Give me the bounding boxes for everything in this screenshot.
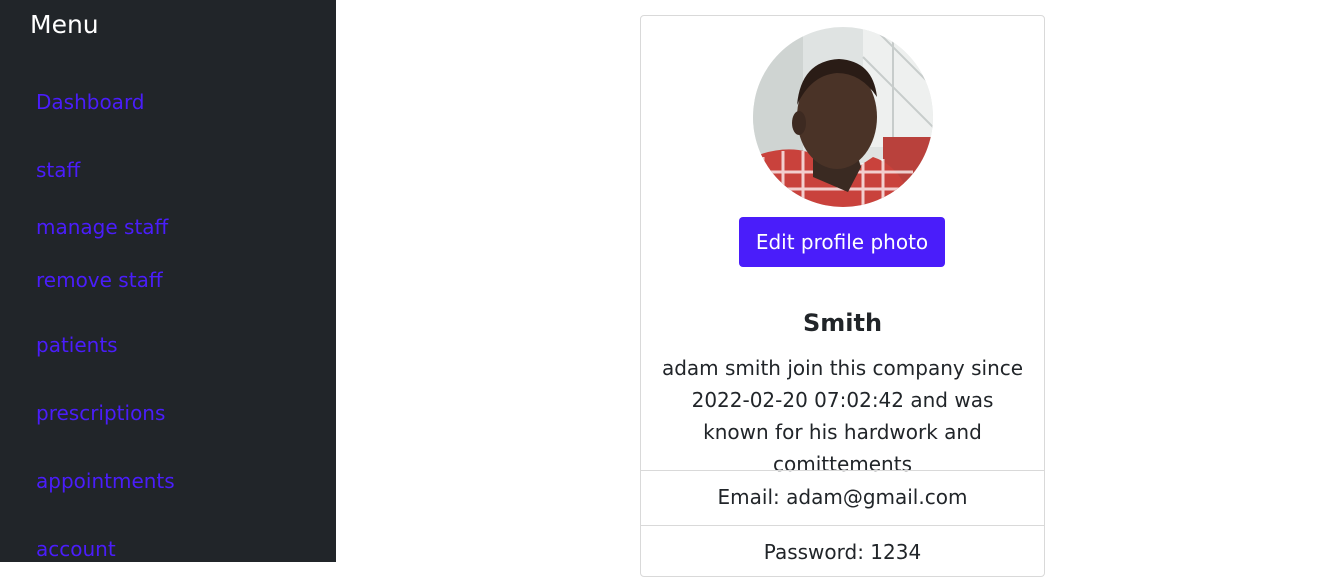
nav-link-remove-staff[interactable]: remove staff — [36, 268, 163, 292]
profile-bio: adam smith join this company since 2022-… — [661, 356, 1024, 476]
divider — [641, 525, 1044, 526]
nav-link-appointments[interactable]: appointments — [36, 469, 175, 493]
divider — [641, 470, 1044, 471]
nav-link-prescriptions[interactable]: prescriptions — [36, 401, 165, 425]
password-text: Password: 1234 — [763, 540, 922, 564]
profile-name: Smith — [802, 309, 883, 337]
nav-link-staff[interactable]: staff — [36, 158, 80, 182]
profile-avatar — [753, 27, 933, 207]
nav-link-dashboard[interactable]: Dashboard — [36, 90, 145, 114]
nav-link-patients[interactable]: patients — [36, 333, 118, 357]
profile-card: Edit profile photo Smith adam smith join… — [640, 15, 1045, 577]
edit-profile-photo-button[interactable]: Edit profile photo — [739, 217, 945, 267]
sidebar: Menu Dashboard staff manage staff remove… — [0, 0, 336, 562]
email-text: Email: adam@gmail.com — [717, 485, 968, 509]
nav-link-manage-staff[interactable]: manage staff — [36, 215, 168, 239]
nav-link-account[interactable]: account — [36, 537, 116, 561]
menu-title: Menu — [30, 10, 99, 39]
